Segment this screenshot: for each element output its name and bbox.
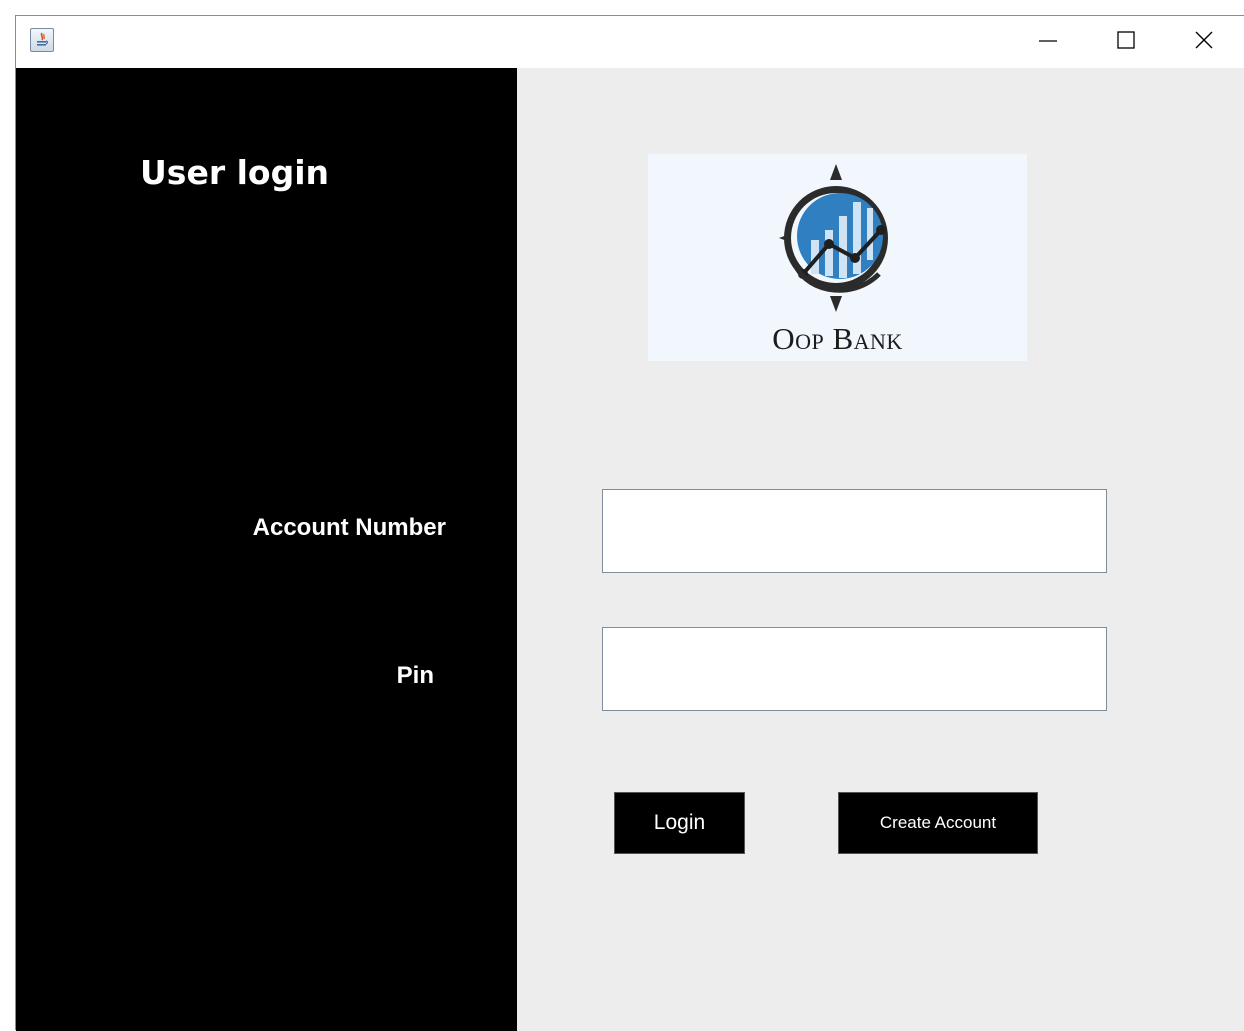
login-form-panel: Oop Bank Login Create Account [517,68,1244,1031]
pin-field[interactable] [602,627,1107,711]
page-title: User login [140,153,329,192]
title-bar [16,16,1244,68]
pin-label: Pin [396,662,434,689]
java-app-icon[interactable] [30,28,54,52]
bank-logo: Oop Bank [648,154,1027,361]
login-button[interactable]: Login [614,792,745,854]
maximize-icon [1117,31,1135,49]
compass-chart-logo-icon [779,164,888,312]
close-button[interactable] [1165,16,1243,64]
close-icon [1195,31,1213,49]
account-number-field[interactable] [602,489,1107,573]
maximize-button[interactable] [1087,16,1165,64]
minimize-button[interactable] [1009,16,1087,64]
minimize-icon [1039,40,1057,42]
login-side-panel: User login Account Number Pin [16,68,517,1031]
create-account-button[interactable]: Create Account [838,792,1038,854]
bank-name: Oop Bank [772,321,903,356]
app-window: User login Account Number Pin Oop Bank L… [15,15,1244,1031]
account-number-label: Account Number [252,514,446,541]
